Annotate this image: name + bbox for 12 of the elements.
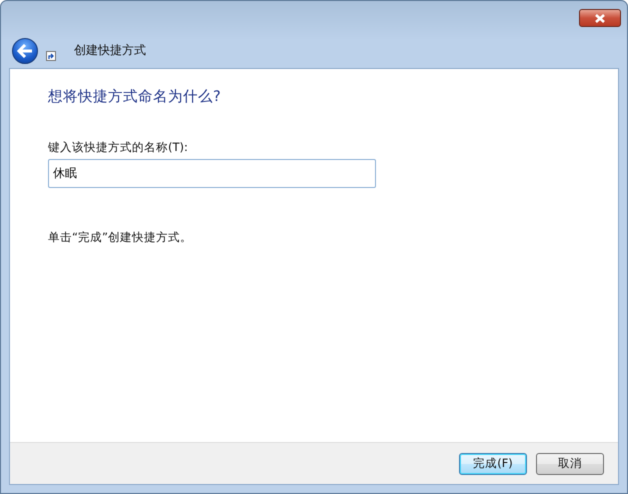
back-button[interactable] bbox=[12, 38, 38, 64]
field-label: 键入该快捷方式的名称(T): bbox=[48, 140, 189, 155]
close-icon bbox=[593, 12, 607, 24]
finish-button[interactable]: 完成(F) bbox=[459, 452, 527, 474]
shortcut-icon bbox=[46, 50, 56, 60]
instruction-text: 单击“完成”创建快捷方式。 bbox=[48, 230, 193, 245]
back-arrow-icon bbox=[17, 44, 33, 58]
close-button[interactable] bbox=[579, 9, 621, 27]
window-title: 创建快捷方式 bbox=[74, 42, 146, 59]
name-input-field[interactable]: 休眠 bbox=[48, 159, 376, 188]
page-heading: 想将快捷方式命名为什么? bbox=[48, 88, 222, 106]
cancel-button[interactable]: 取消 bbox=[536, 452, 604, 474]
